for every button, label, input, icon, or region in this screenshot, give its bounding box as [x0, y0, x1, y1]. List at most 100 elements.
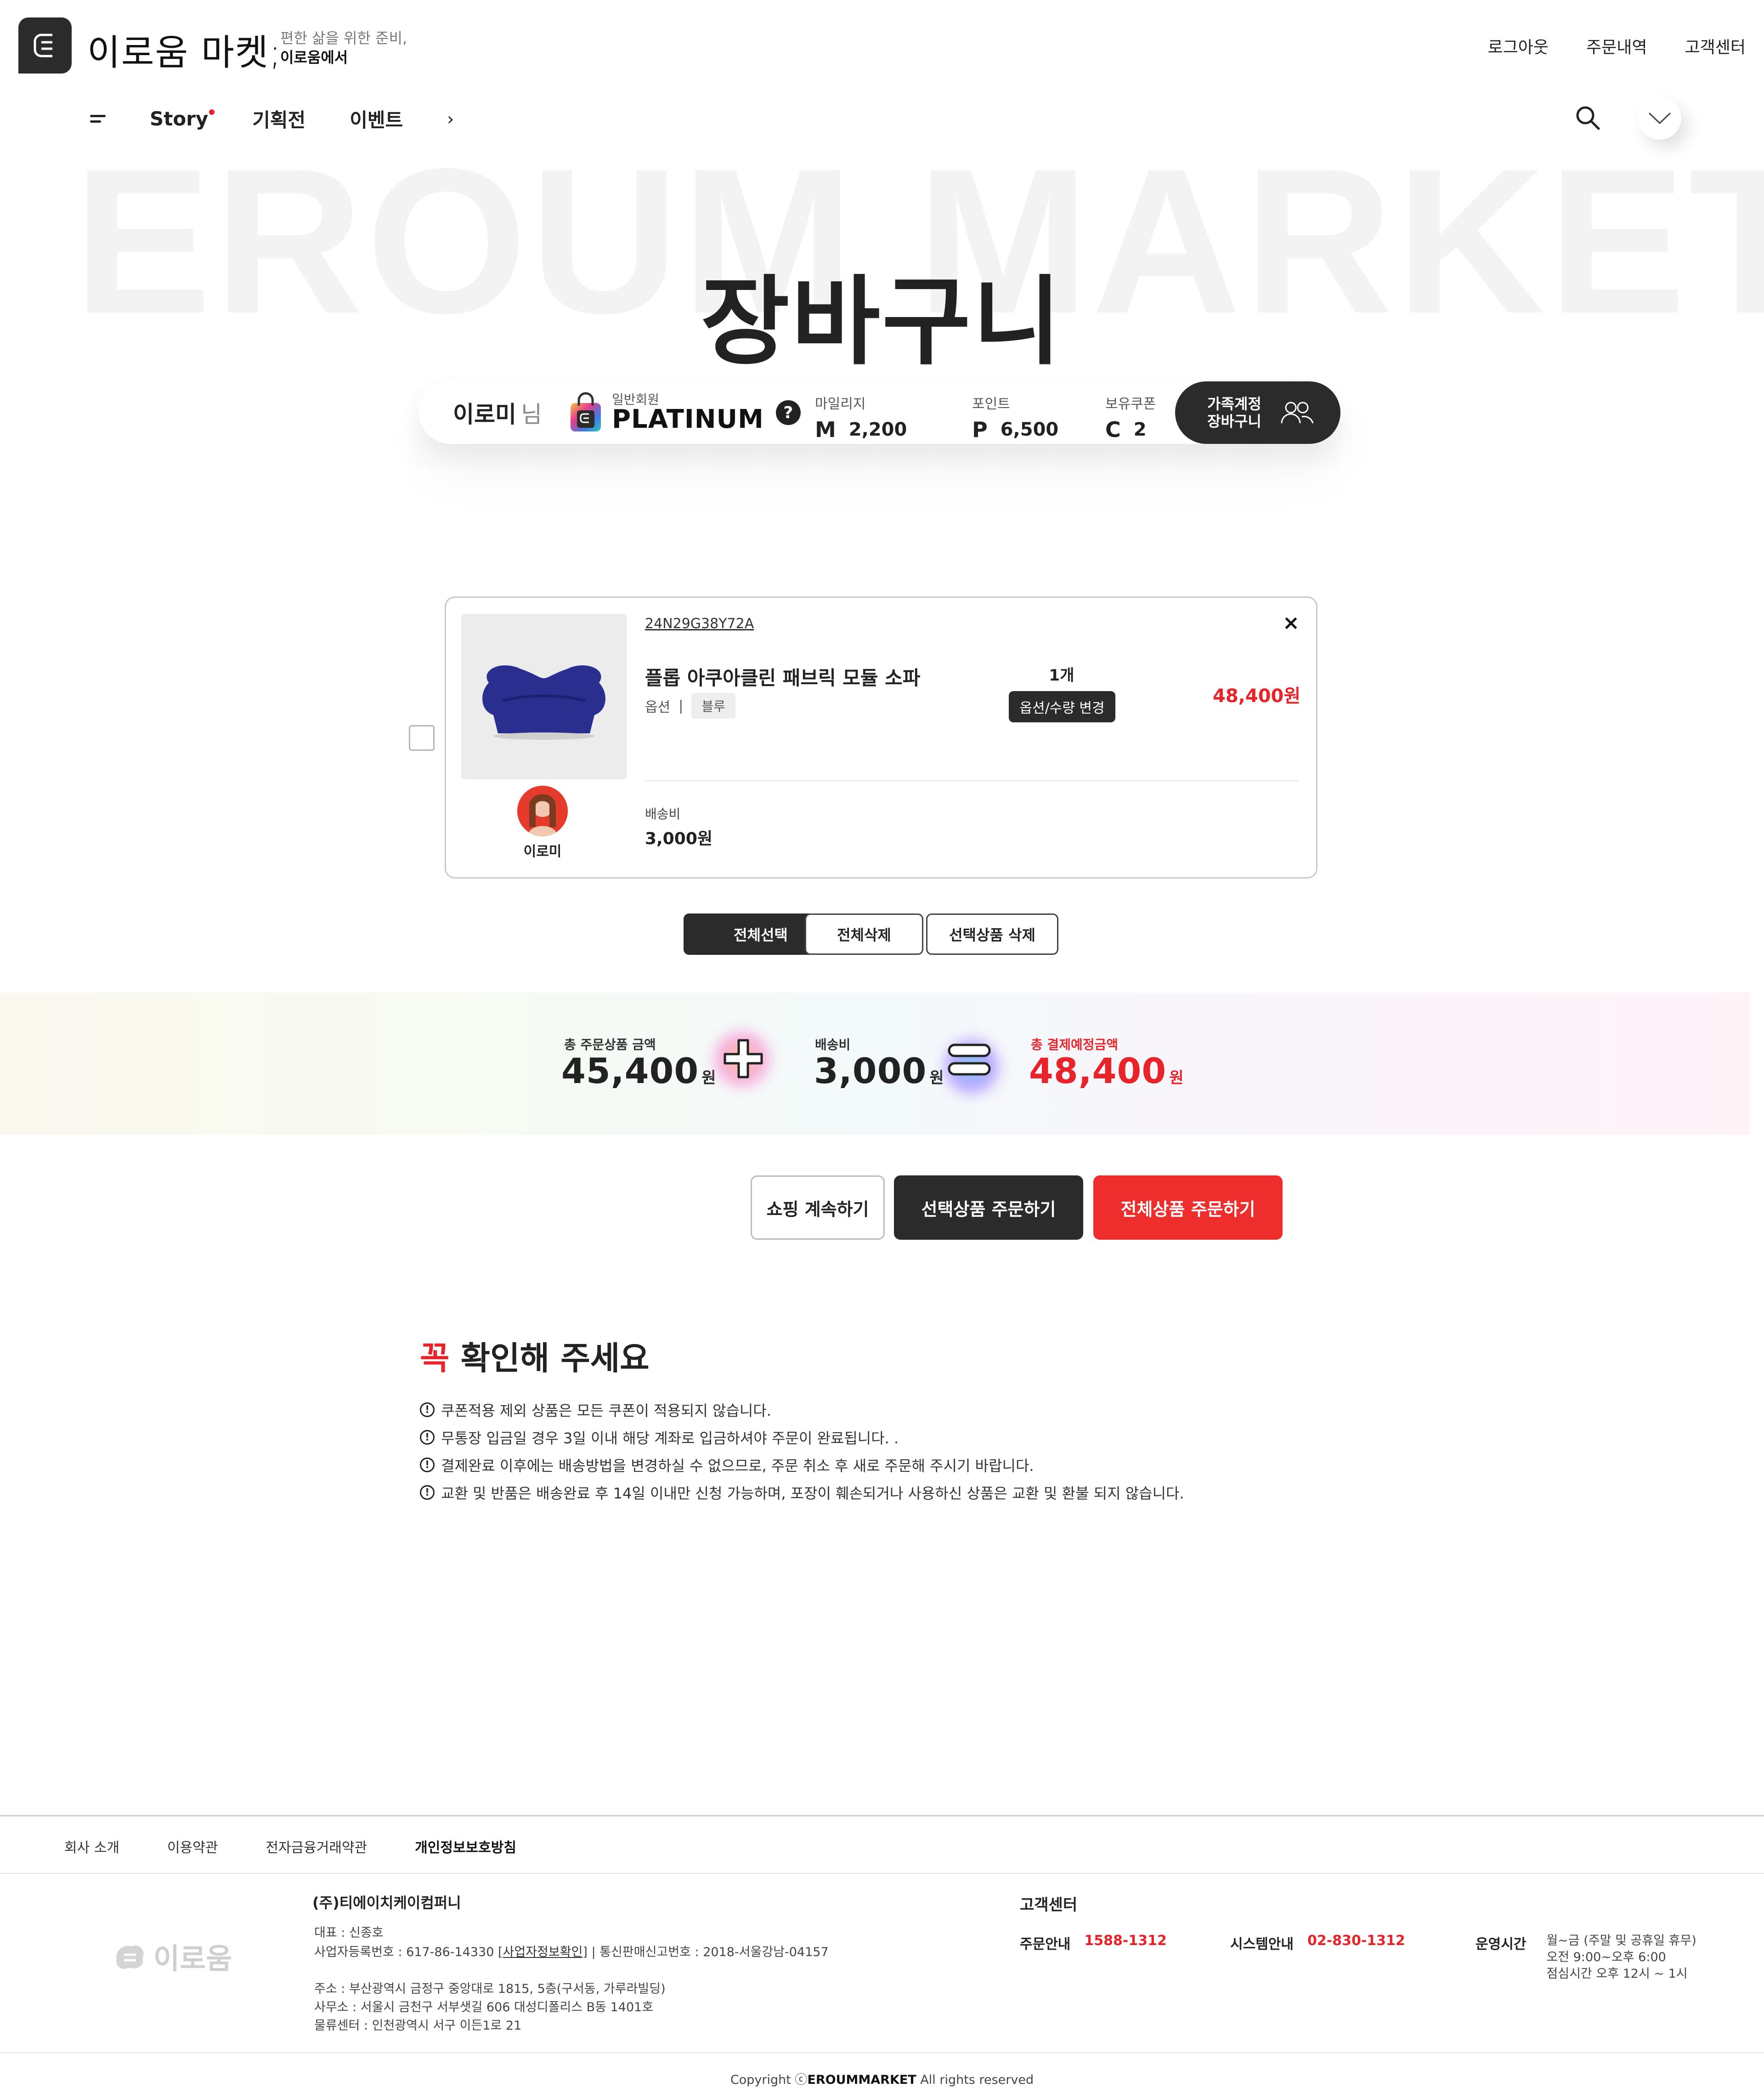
footer-divider: [0, 1815, 1764, 1816]
footer-logo: 이로움: [113, 1935, 232, 1977]
support-link[interactable]: 고객센터: [1685, 34, 1746, 58]
company-name: (주)티에이치케이컴퍼니: [312, 1894, 461, 1912]
biz-info-link[interactable]: 사업자정보확인: [503, 1945, 583, 1959]
family-line2: 장바구니: [1207, 413, 1261, 430]
notice-title-rest: 확인해 주세요: [449, 1339, 650, 1377]
products-total-value: 45,400: [561, 1050, 699, 1091]
cs-system: 시스템안내 02-830-1312: [1230, 1933, 1405, 1953]
notice-item: ! 쿠폰적용 제외 상품은 모든 쿠폰이 적용되지 않습니다.: [420, 1396, 1184, 1424]
footer-logo-text: 이로움: [153, 1942, 232, 1975]
item-price: 48,400원: [1213, 686, 1301, 707]
footer-link-terms[interactable]: 이용약관: [167, 1836, 218, 1856]
family-line1: 가족계정: [1207, 395, 1261, 413]
brand-name[interactable]: 이로움 마켓;: [87, 24, 282, 75]
hours-line1: 월~금 (주말 및 공휴일 휴무): [1546, 1934, 1696, 1948]
item-divider: [645, 780, 1298, 781]
notice-item-text: 무통장 입금일 경우 3일 이내 해당 계좌로 입금하셔야 주문이 완료됩니다.…: [441, 1430, 899, 1447]
tagline-top: 편한 삶을 위한 준비,: [280, 29, 407, 47]
shipping-total-value: 3,000: [814, 1050, 927, 1091]
change-option-button[interactable]: 옵션/수량 변경: [1009, 691, 1115, 722]
delete-selected-button[interactable]: 선택상품 삭제: [926, 913, 1058, 955]
alert-icon: !: [420, 1402, 435, 1417]
notice-item: ! 결제완료 이후에는 배송방법을 변경하실 수 없으므로, 주문 취소 후 새로…: [420, 1451, 1184, 1479]
logout-link[interactable]: 로그아웃: [1488, 34, 1549, 58]
alert-icon: !: [420, 1430, 435, 1445]
logo-icon[interactable]: [18, 17, 72, 74]
remove-item-icon[interactable]: ×: [1283, 611, 1300, 635]
footer-divider: [0, 2052, 1764, 2053]
notice-title-accent: 꼭: [420, 1339, 450, 1377]
copyright-brand: EROUMMARKET: [807, 2073, 916, 2087]
menu-icon[interactable]: [90, 113, 106, 125]
grand-total: 48,400 원: [1029, 1050, 1184, 1091]
member-name-text: 이로미: [453, 401, 516, 428]
delete-all-button[interactable]: 전체삭제: [805, 913, 923, 955]
member-grade: 일반회원 PLATINUM ?: [568, 392, 801, 433]
grade-name: PLATINUM: [612, 404, 764, 434]
footer-link-privacy[interactable]: 개인정보보호방침: [415, 1836, 516, 1856]
copyright-prefix: Copyright ⓒ: [730, 2073, 808, 2087]
notice-list: ! 쿠폰적용 제외 상품은 모든 쿠폰이 적용되지 않습니다. ! 무통장 입금일 …: [420, 1396, 1184, 1506]
product-name[interactable]: 플롭 아쿠아클린 패브릭 모듈 소파: [645, 663, 920, 691]
mileage-icon: M: [815, 417, 836, 442]
copyright: Copyright ⓒEROUMMARKET All rights reserv…: [0, 2070, 1764, 2088]
grade-bag-icon: [571, 392, 601, 431]
shipping-label: 배송비: [645, 806, 681, 822]
coupon-label: 보유쿠폰: [1105, 396, 1156, 412]
family-users-icon: [1281, 402, 1314, 424]
notice-item: ! 무통장 입금일 경우 3일 이내 해당 계좌로 입금하셔야 주문이 완료됩니다…: [420, 1424, 1184, 1451]
tagline-bottom: 이로움에서: [280, 49, 348, 66]
grand-total-value: 48,400: [1029, 1050, 1167, 1091]
order-all-button[interactable]: 전체상품 주문하기: [1093, 1175, 1283, 1240]
new-dot-icon: [209, 109, 215, 115]
hours-line2: 오전 9:00~오후 6:00: [1546, 1950, 1666, 1964]
notice-item-text: 결제완료 이후에는 배송방법을 변경하실 수 없으므로, 주문 취소 후 새로 …: [441, 1457, 1034, 1475]
help-icon[interactable]: ?: [775, 400, 801, 425]
company-office: 사무소 : 서울시 금천구 서부샛길 606 대성디폴리스 B동 1401호: [314, 2000, 654, 2014]
point-label: 포인트: [972, 396, 1010, 412]
product-code-link[interactable]: 24N29G38Y72A: [645, 616, 754, 632]
footer-link-finance-terms[interactable]: 전자금융거래약관: [266, 1836, 367, 1856]
company-ceo: 대표 : 신종호: [314, 1926, 384, 1940]
product-image[interactable]: [461, 614, 627, 779]
hours-label: 운영시간: [1476, 1936, 1527, 1952]
brand-tagline: 편한 삶을 위한 준비, 이로움에서: [280, 28, 407, 67]
notice-item-text: 교환 및 반품은 배송완료 후 14일 이내만 신청 가능하며, 포장이 훼손되…: [441, 1485, 1184, 1502]
owner-name: 이로미: [523, 844, 562, 860]
cs-title: 고객센터: [1020, 1896, 1078, 1914]
point-stat: 포인트 P 6,500: [972, 392, 1058, 442]
top-links: 로그아웃 주문내역 고객센터: [1488, 34, 1746, 58]
notice-item: ! 교환 및 반품은 배송완료 후 14일 이내만 신청 가능하며, 포장이 훼손…: [420, 1479, 1184, 1506]
cs-system-label: 시스템안내: [1230, 1936, 1294, 1952]
notice-item-text: 쿠폰적용 제외 상품은 모든 쿠폰이 적용되지 않습니다.: [441, 1402, 771, 1419]
member-name: 이로미 님: [453, 396, 542, 429]
orders-link[interactable]: 주문내역: [1586, 34, 1647, 58]
mileage-label: 마일리지: [815, 396, 866, 412]
order-selected-button[interactable]: 선택상품 주문하기: [894, 1175, 1083, 1240]
cs-order-phone[interactable]: 1588-1312: [1084, 1933, 1166, 1953]
product-option: 옵션 | 블루: [645, 693, 735, 719]
chevron-down-icon: [1648, 112, 1671, 125]
footer-link-about[interactable]: 회사 소개: [64, 1836, 119, 1856]
continue-shopping-button[interactable]: 쇼핑 계속하기: [751, 1175, 885, 1240]
family-cart-button[interactable]: 가족계정 장바구니: [1175, 381, 1340, 444]
option-divider: |: [678, 698, 684, 714]
plus-icon: [724, 1039, 763, 1078]
item-checkbox[interactable]: [409, 725, 435, 751]
shipping-value: 3,000원: [645, 829, 712, 848]
mileage-stat: 마일리지 M 2,200: [815, 392, 907, 442]
cs-order-label: 주문안내: [1020, 1936, 1071, 1952]
shipping-total: 3,000 원: [814, 1050, 944, 1091]
alert-icon: !: [420, 1458, 435, 1472]
company-logistics: 물류센터 : 인천광역시 서구 이든1로 21: [314, 2019, 522, 2033]
cs-order: 주문안내 1588-1312: [1020, 1933, 1167, 1953]
quantity: 1개: [1049, 666, 1074, 685]
point-value: 6,500: [1000, 419, 1059, 440]
hours-line3: 점심시간 오후 12시 ~ 1시: [1546, 1967, 1688, 1981]
sofa-image: [482, 665, 605, 740]
member-suffix: 님: [521, 401, 542, 428]
grand-total-unit: 원: [1169, 1069, 1184, 1087]
option-value: 블루: [691, 693, 735, 719]
option-label: 옵션: [645, 699, 671, 715]
cs-system-phone[interactable]: 02-830-1312: [1307, 1933, 1405, 1953]
